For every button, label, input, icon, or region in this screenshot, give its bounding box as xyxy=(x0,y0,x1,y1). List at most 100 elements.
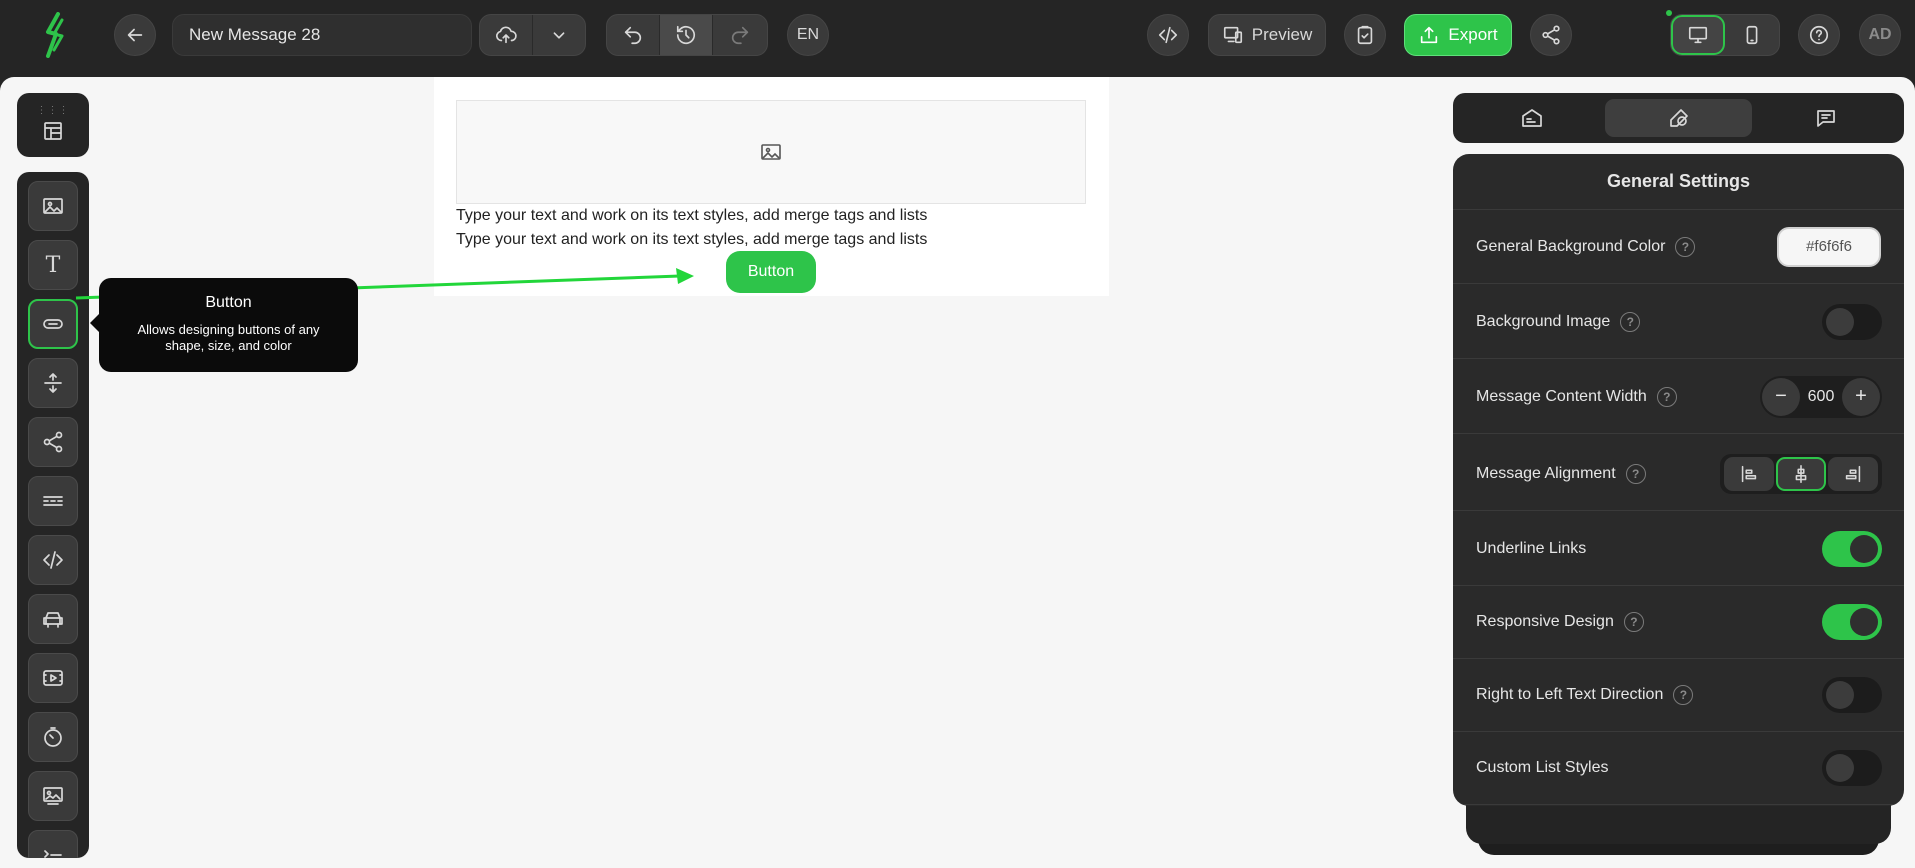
video-tool[interactable] xyxy=(28,653,78,703)
undo-icon xyxy=(624,26,642,45)
timer-icon xyxy=(44,727,62,747)
image-block[interactable] xyxy=(456,100,1086,204)
content-width-value[interactable]: 600 xyxy=(1808,388,1835,406)
alignment-group xyxy=(1720,453,1882,494)
setting-label: Message Content Width xyxy=(1476,387,1647,405)
avatar[interactable]: AD xyxy=(1859,14,1901,56)
menu-icon xyxy=(43,612,63,628)
redo-button[interactable] xyxy=(713,15,766,55)
comments-tab-icon xyxy=(1816,110,1835,127)
status-dot xyxy=(1666,10,1672,16)
list-icon xyxy=(44,850,62,858)
structures-button[interactable]: ⋮⋮⋮ xyxy=(17,93,89,157)
banner-icon xyxy=(43,787,63,805)
align-right-button[interactable] xyxy=(1828,456,1878,491)
drag-handle-icon[interactable]: ⋮⋮⋮ xyxy=(37,106,70,116)
tab-styles[interactable] xyxy=(1605,99,1752,137)
toggle-knob xyxy=(1850,607,1878,636)
language-button[interactable]: EN xyxy=(787,14,829,56)
code-icon xyxy=(43,551,63,569)
toggle-knob xyxy=(1826,307,1854,336)
setting-bg-color: General Background Color ? #f6f6f6 xyxy=(1453,210,1904,284)
banner-tool[interactable] xyxy=(28,771,78,821)
image-tool[interactable] xyxy=(28,181,78,231)
setting-label: Right to Left Text Direction xyxy=(1476,685,1664,703)
divider-tool[interactable] xyxy=(28,476,78,526)
help-icon[interactable]: ? xyxy=(1625,463,1646,484)
image-placeholder-icon xyxy=(761,144,781,160)
mobile-icon xyxy=(1746,25,1758,45)
help-icon[interactable]: ? xyxy=(1656,386,1677,407)
timer-tool[interactable] xyxy=(28,712,78,762)
message-title-input[interactable]: New Message 28 xyxy=(172,14,472,56)
undo-button[interactable] xyxy=(607,15,660,55)
save-options-dropdown[interactable] xyxy=(533,15,586,55)
button-tool[interactable] xyxy=(28,299,78,349)
desktop-icon xyxy=(1688,26,1708,44)
back-button[interactable] xyxy=(114,14,156,56)
help-icon[interactable]: ? xyxy=(1623,611,1644,632)
responsive-design-toggle[interactable] xyxy=(1822,603,1882,640)
mobile-view-button[interactable] xyxy=(1725,15,1779,55)
video-icon xyxy=(43,670,63,686)
toggle-knob xyxy=(1826,753,1854,782)
version-history-button[interactable] xyxy=(660,15,713,55)
setting-label: Custom List Styles xyxy=(1476,758,1609,776)
help-icon[interactable]: ? xyxy=(1675,236,1696,257)
align-left-icon xyxy=(1741,465,1757,482)
setting-label: Background Image xyxy=(1476,312,1611,330)
social-tool[interactable] xyxy=(28,417,78,467)
text-block-2[interactable]: Type your text and work on its text styl… xyxy=(456,231,927,249)
align-right-icon xyxy=(1845,465,1861,482)
cloud-save-button[interactable] xyxy=(480,15,533,55)
underline-links-toggle[interactable] xyxy=(1822,530,1882,567)
text-block-1[interactable]: Type your text and work on its text styl… xyxy=(456,207,927,225)
redo-icon xyxy=(731,26,748,45)
setting-label: Message Alignment xyxy=(1476,464,1616,482)
help-button[interactable] xyxy=(1798,14,1840,56)
device-toggle xyxy=(1670,14,1780,56)
code-icon xyxy=(1158,26,1178,44)
tab-comments[interactable] xyxy=(1752,99,1899,137)
text-tool[interactable]: T xyxy=(28,240,78,290)
devices-icon xyxy=(1223,26,1242,44)
bg-image-toggle[interactable] xyxy=(1822,303,1882,340)
align-left-button[interactable] xyxy=(1724,456,1774,491)
back-arrow-icon xyxy=(127,28,143,42)
lightning-logo-icon[interactable] xyxy=(40,12,70,58)
image-icon xyxy=(43,198,63,214)
code-view-button[interactable] xyxy=(1147,14,1189,56)
align-center-button[interactable] xyxy=(1776,456,1826,491)
increment-button[interactable]: + xyxy=(1841,377,1880,416)
settings-panel-tabs xyxy=(1453,93,1904,143)
rtl-toggle[interactable] xyxy=(1822,676,1882,713)
help-icon[interactable]: ? xyxy=(1620,311,1641,332)
setting-underline-links: Underline Links xyxy=(1453,512,1904,586)
message-body[interactable]: Type your text and work on its text styl… xyxy=(434,77,1109,296)
tab-content[interactable] xyxy=(1458,99,1605,137)
export-button[interactable]: Export xyxy=(1404,14,1512,56)
blocks-toolbar: T xyxy=(17,172,89,858)
tooltip-description: Allows designing buttons of any shape, s… xyxy=(137,322,320,353)
button-tooltip: Button Allows designing buttons of any s… xyxy=(90,278,358,372)
html-tool[interactable] xyxy=(28,535,78,585)
help-icon[interactable]: ? xyxy=(1673,684,1694,705)
custom-list-toggle[interactable] xyxy=(1822,749,1882,786)
menu-tool[interactable] xyxy=(28,594,78,644)
general-settings-panel: General Settings General Background Colo… xyxy=(1453,154,1904,806)
list-tool[interactable] xyxy=(28,830,78,858)
desktop-view-button[interactable] xyxy=(1671,15,1726,55)
test-button[interactable] xyxy=(1344,14,1386,56)
preview-button[interactable]: Preview xyxy=(1208,14,1326,56)
bg-color-picker[interactable]: #f6f6f6 xyxy=(1777,226,1881,267)
share-icon xyxy=(43,431,63,453)
spacer-icon xyxy=(44,373,62,393)
setting-rtl: Right to Left Text Direction ? xyxy=(1453,658,1904,732)
spacer-tool[interactable] xyxy=(28,358,78,408)
setting-alignment: Message Alignment ? xyxy=(1453,437,1904,511)
setting-bg-image: Background Image ? xyxy=(1453,285,1904,359)
message-button[interactable]: Button xyxy=(726,251,816,293)
setting-label: Responsive Design xyxy=(1476,612,1614,630)
share-button[interactable] xyxy=(1530,14,1572,56)
decrement-button[interactable]: − xyxy=(1762,377,1800,416)
